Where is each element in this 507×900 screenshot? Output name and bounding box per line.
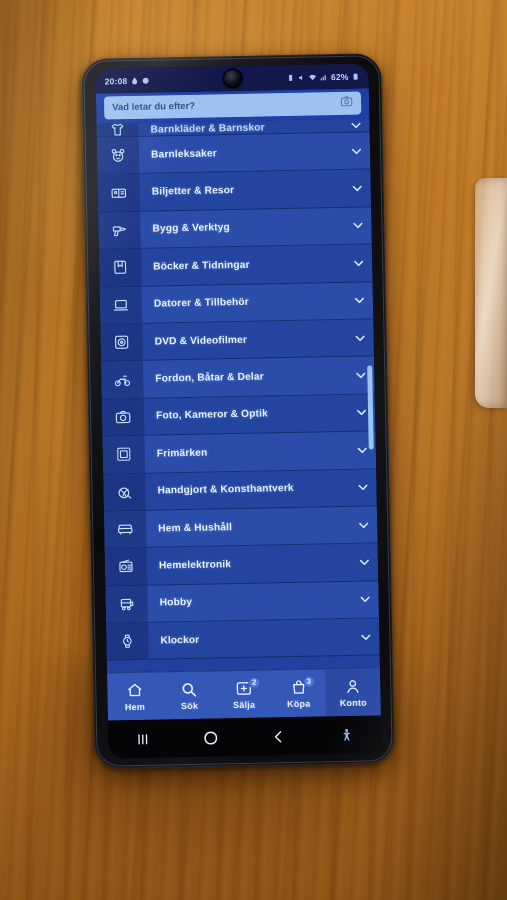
category-row[interactable]: Datorer & Tillbehör [99, 281, 374, 325]
category-row[interactable]: Hem & Hushåll [103, 506, 378, 549]
tab-label: Sälja [233, 699, 256, 710]
search-placeholder-text: Vad letar du efter? [112, 100, 196, 114]
category-row[interactable]: Foto, Kameror & Optik [101, 394, 376, 437]
chevron-down-icon[interactable] [349, 518, 377, 532]
bag-icon: 3 [290, 675, 315, 696]
bottom-tab-bar: Hem Sök 2 Sälja 3 Köpa Konto [106, 667, 381, 721]
search-input[interactable]: Vad letar du efter? [103, 91, 362, 120]
battery-saver-icon [287, 73, 295, 81]
camera-search-icon[interactable] [340, 94, 353, 112]
tab-label: Sök [180, 700, 199, 711]
train-icon [105, 585, 149, 623]
plastic-object-edge [475, 178, 507, 408]
watch-icon [106, 622, 149, 661]
category-label: Fordon, Båtar & Delar [155, 371, 264, 385]
category-label: Hemelektronik [158, 559, 232, 572]
droplet-icon [130, 76, 138, 84]
home-circle-icon[interactable] [176, 718, 245, 757]
category-row[interactable]: Bygg & Verktyg [98, 207, 372, 250]
phone-screen: 20:08 62% Vad letar du efter? Barnkläder… [95, 63, 382, 759]
category-row[interactable]: Hobby [105, 581, 380, 624]
tab-köpa[interactable]: 3 Köpa [271, 669, 326, 717]
category-row[interactable]: Biljetter & Resor [97, 169, 372, 213]
android-navigation-bar [107, 715, 382, 759]
battery-icon [352, 72, 360, 80]
disc-icon [100, 323, 144, 361]
tab-label: Konto [339, 697, 367, 708]
accessibility-icon[interactable] [313, 715, 382, 754]
category-label: DVD & Videofilmer [154, 334, 248, 348]
yarn-icon [103, 473, 146, 511]
category-label: Datorer & Tillbehör [153, 297, 249, 310]
chevron-down-icon[interactable] [351, 630, 379, 644]
battery-percent-label: 62% [330, 71, 349, 82]
tab-konto[interactable]: Konto [325, 668, 381, 717]
tab-hem[interactable]: Hem [107, 673, 162, 721]
category-list[interactable]: Barnkläder & Barnskor Barnleksaker Biljett… [96, 118, 380, 673]
person-icon [344, 677, 361, 695]
teddy-bear-icon [96, 136, 140, 175]
chevron-down-icon[interactable] [341, 118, 369, 132]
category-label: Handgjort & Konsthantverk [157, 483, 294, 497]
status-bar-right: 62% [287, 71, 360, 82]
category-row[interactable]: Handgjort & Konsthantverk [103, 468, 377, 512]
category-row[interactable]: Klockor [106, 618, 380, 662]
status-bar-time: 20:08 [104, 75, 128, 86]
status-bar-left: 20:08 [105, 75, 150, 86]
category-label: Hem & Hushåll [158, 521, 233, 535]
recents-icon[interactable] [108, 719, 177, 758]
book-icon [98, 249, 142, 287]
chevron-down-icon[interactable] [343, 219, 371, 233]
front-camera-punch-hole [223, 69, 241, 88]
radio-icon [104, 548, 148, 586]
category-label: Foto, Kameror & Optik [155, 408, 269, 422]
chevron-down-icon[interactable] [344, 256, 372, 270]
tab-sälja[interactable]: 2 Sälja [216, 670, 271, 718]
motorcycle-icon [101, 361, 144, 399]
badge-count: 3 [302, 675, 315, 688]
category-row[interactable]: Hemelektronik [104, 543, 379, 587]
category-label: Klockor [160, 634, 200, 647]
category-row[interactable]: Böcker & Tidningar [98, 244, 373, 288]
badge-count: 2 [248, 676, 261, 689]
category-row[interactable]: Fordon, Båtar & Delar [101, 356, 375, 400]
category-row[interactable]: Frimärken [102, 431, 377, 475]
chevron-down-icon[interactable] [342, 144, 370, 158]
sofa-icon [103, 510, 147, 548]
search-icon [181, 680, 198, 698]
scene: 20:08 62% Vad letar du efter? Barnkläder… [0, 0, 507, 900]
volume-mute-icon [298, 73, 306, 81]
clothes-icon [96, 122, 139, 137]
drill-icon [98, 211, 141, 249]
back-icon[interactable] [244, 717, 313, 756]
wifi-icon [309, 73, 317, 81]
ticket-icon [97, 174, 141, 212]
camera-icon [101, 398, 145, 436]
chevron-down-icon[interactable] [348, 481, 376, 495]
category-label: Bygg & Verktyg [152, 222, 230, 236]
signal-icon [320, 73, 328, 81]
chevron-down-icon[interactable] [345, 294, 373, 308]
chevron-down-icon[interactable] [343, 181, 371, 195]
tab-sök[interactable]: Sök [162, 671, 217, 719]
smartphone: 20:08 62% Vad letar du efter? Barnkläder… [81, 53, 395, 769]
category-label: Böcker & Tidningar [153, 259, 250, 273]
chevron-down-icon[interactable] [351, 593, 379, 607]
category-label: Biljetter & Resor [151, 185, 235, 198]
category-label: Hobby [159, 597, 193, 609]
stamp-icon [102, 435, 146, 474]
plus-box-icon: 2 [235, 676, 261, 697]
home-icon [126, 681, 143, 699]
category-label: Barnleksaker [150, 148, 217, 161]
status-bar: 20:08 62% [95, 63, 369, 94]
laptop-icon [99, 286, 143, 324]
circle-icon [141, 76, 149, 84]
chevron-down-icon[interactable] [350, 555, 378, 569]
category-label: Frimärken [156, 447, 208, 460]
category-row[interactable]: DVD & Videofilmer [100, 319, 374, 362]
tab-label: Hem [124, 701, 146, 712]
chevron-down-icon[interactable] [345, 331, 373, 345]
tab-label: Köpa [286, 698, 311, 709]
category-row[interactable]: Barnleksaker [96, 132, 371, 176]
